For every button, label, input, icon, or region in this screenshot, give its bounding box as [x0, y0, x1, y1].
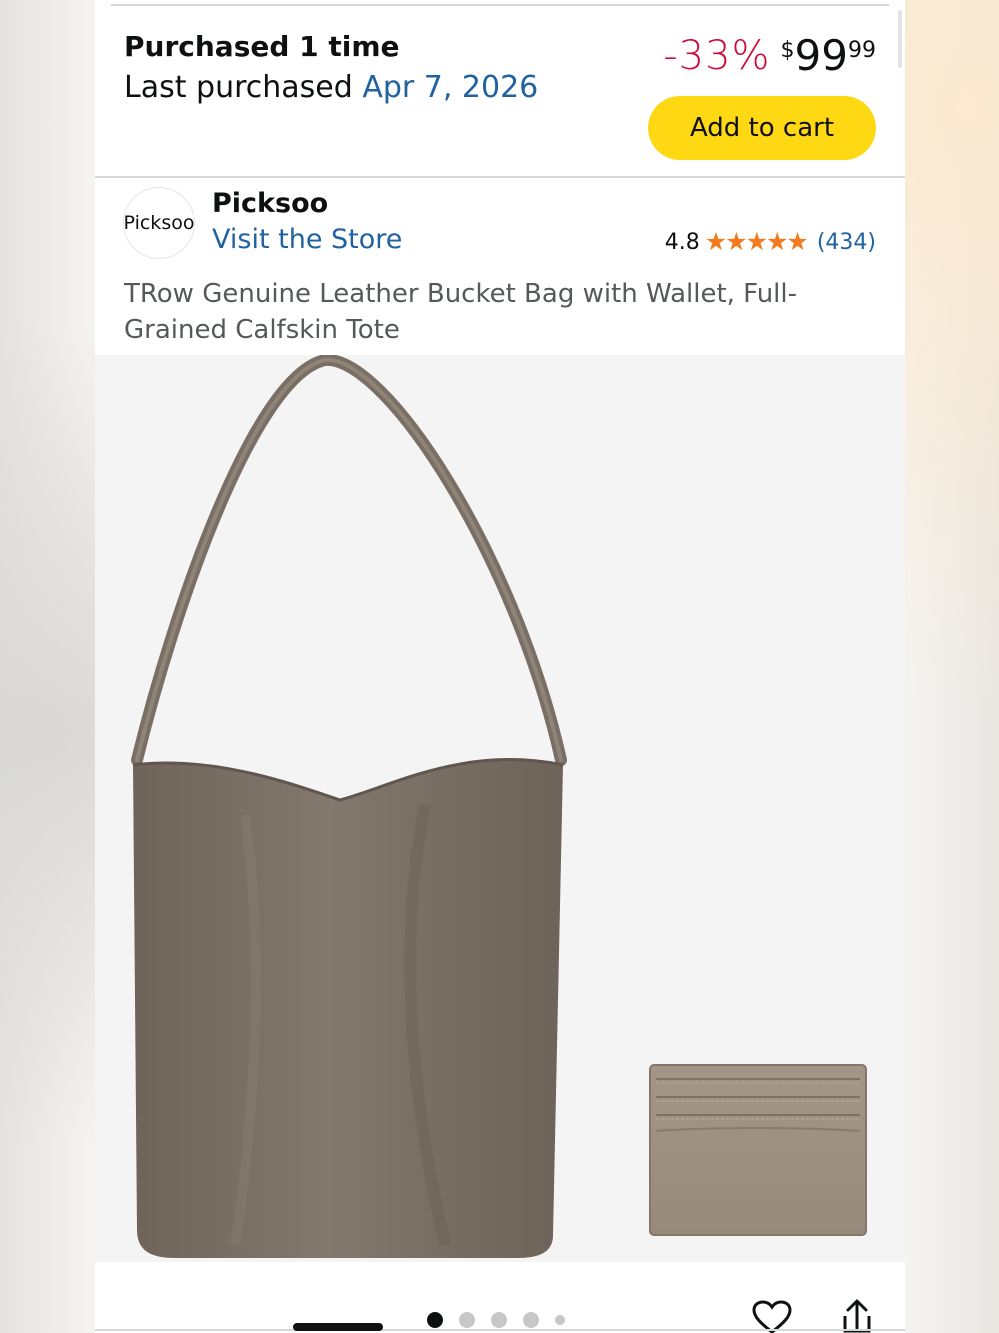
- scrollbar[interactable]: [898, 10, 902, 68]
- discount-badge: -33%: [663, 33, 771, 79]
- carousel-dot[interactable]: [491, 1312, 507, 1328]
- carousel-dot[interactable]: [427, 1312, 443, 1328]
- store-logo-text: Picksoo: [123, 212, 195, 234]
- price: $ 99 99: [781, 32, 876, 80]
- price-currency: $: [780, 38, 795, 63]
- carousel-dot[interactable]: [555, 1315, 565, 1325]
- visit-store-link[interactable]: Visit the Store: [212, 224, 402, 255]
- rating-score: 4.8: [664, 229, 700, 255]
- last-purchased-date[interactable]: Apr 7, 2026: [362, 70, 538, 105]
- review-count[interactable]: (434): [817, 230, 876, 255]
- product-image: [131, 355, 867, 1258]
- product-title: TRow Genuine Leather Bucket Bag with Wal…: [124, 279, 798, 345]
- last-purchased: Last purchased Apr 7, 2026: [124, 70, 538, 105]
- last-purchased-label: Last purchased: [124, 70, 363, 105]
- home-indicator[interactable]: [293, 1323, 383, 1331]
- price-row: -33% $ 99 99: [663, 32, 876, 80]
- brand-name: Picksoo: [212, 188, 329, 219]
- purchase-count: Purchased 1 time: [124, 30, 400, 63]
- carousel-dots[interactable]: [427, 1312, 565, 1328]
- share-icon[interactable]: [840, 1298, 874, 1333]
- carousel-dot[interactable]: [459, 1312, 475, 1328]
- bag-handle: [131, 355, 567, 766]
- add-to-cart-button[interactable]: Add to cart: [648, 96, 876, 160]
- price-fraction: 99: [848, 38, 876, 63]
- rating[interactable]: 4.8 ★★★★★ (434): [665, 228, 876, 256]
- product-image-carousel[interactable]: [95, 355, 905, 1262]
- carousel-dot[interactable]: [523, 1312, 539, 1328]
- bag-body: [133, 759, 563, 1258]
- star-rating-icon: ★★★★★: [704, 227, 809, 256]
- top-divider: [111, 4, 889, 6]
- price-whole: 99: [794, 31, 848, 80]
- section-divider: [95, 176, 905, 178]
- product-sheet: Purchased 1 time Last purchased Apr 7, 2…: [95, 0, 905, 1333]
- bottom-divider: [95, 1329, 905, 1331]
- store-logo[interactable]: Picksoo: [123, 187, 195, 259]
- card-wallet: [649, 1064, 867, 1236]
